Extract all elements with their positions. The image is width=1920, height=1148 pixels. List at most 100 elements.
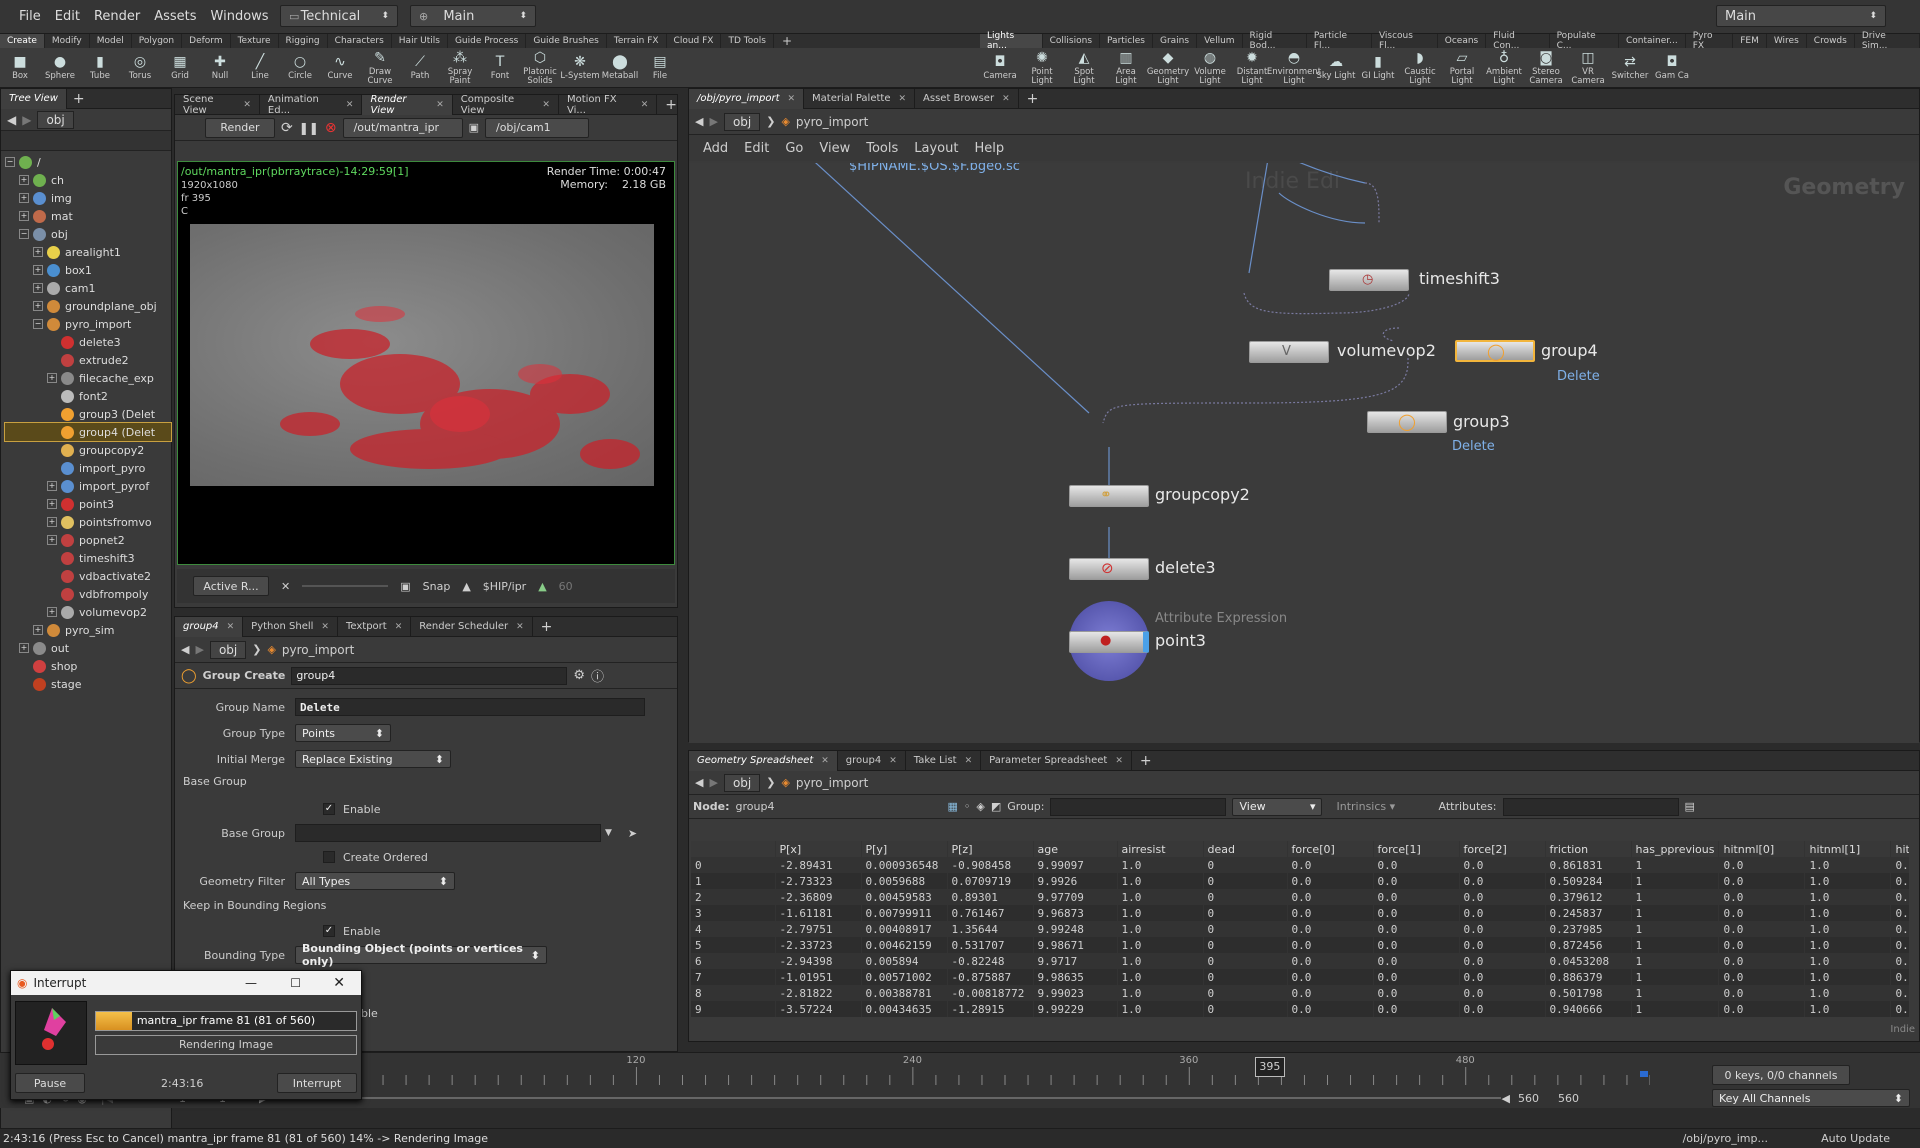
add-tab-icon[interactable]: + (541, 619, 553, 635)
tree-item-import_pyrof[interactable]: + import_pyrof (5, 477, 171, 495)
tool-gam-ca[interactable]: ◘ Gam Ca (1652, 48, 1692, 88)
tree-root[interactable]: − / (5, 153, 171, 171)
net-menu-add[interactable]: Add (703, 141, 728, 156)
shelf-tab[interactable]: Rigid Bod... (1243, 31, 1307, 51)
range-slider[interactable] (267, 1097, 1502, 1099)
menu-assets[interactable]: Assets (147, 9, 203, 24)
key-all-channels-menu[interactable]: Key All Channels ⬍ (1712, 1089, 1910, 1107)
tree-item-cam1[interactable]: + cam1 (5, 279, 171, 297)
tab-python-shell[interactable]: Python Shell ✕ (243, 616, 338, 637)
column-header[interactable]: age (1033, 841, 1118, 857)
shelf-tab[interactable]: Viscous Fl... (1372, 31, 1438, 51)
shelf-tab[interactable]: Particle Fl... (1307, 31, 1372, 51)
render-view[interactable]: /out/mantra_ipr(pbrraytrace)-14:29:59[1]… (177, 161, 675, 565)
tab-motion-fx-vi-[interactable]: Motion FX Vi... ✕ (559, 94, 658, 116)
tool-grid[interactable]: ▦ Grid (160, 48, 200, 88)
tab-geometry-spreadsheet[interactable]: Geometry Spreadsheet ✕ (689, 750, 838, 771)
desktop-select[interactable]: ▭ Technical ⬍ (280, 5, 398, 27)
shelf-tab[interactable]: Oceans (1438, 34, 1487, 48)
close-tab-icon[interactable]: ✕ (641, 100, 649, 110)
path-segment-obj[interactable]: obj (209, 640, 247, 659)
tree-item-ch[interactable]: + ch (5, 171, 171, 189)
auto-update-label[interactable]: Auto Update (1821, 1132, 1890, 1145)
tree-item-arealight1[interactable]: + arealight1 (5, 243, 171, 261)
initial-merge-menu[interactable]: Replace Existing ⬍ (295, 750, 451, 768)
tool-platonic-solids[interactable]: ⬡ Platonic Solids (520, 48, 560, 88)
shelf-tab[interactable]: Modify (45, 34, 90, 48)
tree-item-point3[interactable]: + point3 (5, 495, 171, 513)
tool-torus[interactable]: ◎ Torus (120, 48, 160, 88)
node-groupcopy2[interactable]: ⚭ (1069, 485, 1149, 507)
snapshot-icon[interactable]: ▣ (400, 580, 410, 593)
back-icon[interactable]: ◀ (695, 776, 703, 789)
menu-windows[interactable]: Windows (204, 9, 276, 24)
forward-icon[interactable]: ▶ (22, 113, 31, 127)
close-tab-icon[interactable]: ✕ (321, 622, 329, 632)
close-icon[interactable]: ✕ (333, 975, 345, 991)
table-row[interactable]: 7 -1.01951 0.00571002 -0.875887 9.98635 1.0 0 0… (691, 969, 1909, 985)
table-row[interactable]: 9 -3.57224 0.00434635 -1.28915 9.99229 1.0 0 0.… (691, 1001, 1909, 1017)
select-arrow-icon[interactable]: ➤ (628, 827, 637, 840)
tab-render-scheduler[interactable]: Render Scheduler ✕ (411, 616, 533, 637)
net-menu-help[interactable]: Help (974, 141, 1004, 156)
active-region-select[interactable]: Active R... (193, 576, 269, 596)
tree-toggle-icon[interactable]: + (33, 283, 43, 293)
column-header[interactable]: dead (1203, 841, 1288, 857)
tree-toggle-icon[interactable]: + (47, 517, 57, 527)
tab-parameter-spreadsheet[interactable]: Parameter Spreadsheet ✕ (981, 750, 1132, 771)
primitives-mode-icon[interactable]: ◈ (976, 800, 984, 813)
range-end-handle-icon[interactable]: ◀ (1501, 1092, 1509, 1105)
tool-portal-light[interactable]: ▱ Portal Light (1442, 48, 1482, 88)
tool-l-system[interactable]: ❋ L-System (560, 48, 600, 88)
tool-stereo-camera[interactable]: ◙ Stereo Camera (1526, 48, 1566, 88)
net-menu-view[interactable]: View (819, 141, 850, 156)
group-type-menu[interactable]: Points ⬍ (295, 724, 391, 742)
shelf-tab[interactable]: Crowds (1807, 34, 1855, 48)
tree-item-group4[interactable]: +group4 (Delet (4, 422, 172, 442)
shelf-tab[interactable]: FEM (1733, 34, 1767, 48)
shelf-tab[interactable]: Polygon (132, 34, 183, 48)
tab-take-list[interactable]: Take List ✕ (906, 750, 982, 771)
tree-item-timeshift3[interactable]: +timeshift3 (5, 549, 171, 567)
column-header[interactable] (691, 841, 776, 857)
node-name-field[interactable]: group4 (291, 666, 568, 685)
tab-render-view[interactable]: Render View ✕ (362, 94, 453, 116)
network-canvas[interactable]: Indie Edi Geometry $HIPNAME.$OS.$F.bgeo.… (689, 163, 1919, 743)
tool-environment-light[interactable]: ◓ Environment Light (1267, 48, 1321, 88)
table-row[interactable]: 8 -2.81822 0.00388781 -0.00818772 9.99023 1.0… (691, 985, 1909, 1001)
folder-icon[interactable]: ▲ (462, 580, 470, 593)
add-tab-icon[interactable]: + (1140, 753, 1152, 769)
tree-toggle-icon[interactable]: + (19, 643, 29, 653)
tree-item-import_pyro[interactable]: +import_pyro (5, 459, 171, 477)
column-header[interactable]: airresist (1117, 841, 1204, 857)
shelf-tab[interactable]: Terrain FX (607, 34, 667, 48)
net-menu-tools[interactable]: Tools (866, 141, 898, 156)
base-group-field[interactable] (295, 824, 601, 842)
tree-toggle-icon[interactable]: − (19, 229, 29, 239)
shelf-tab[interactable]: Vellum (1197, 34, 1243, 48)
table-row[interactable]: 3 -1.61181 0.00799911 0.761467 9.96873 1.0 0 0.… (691, 905, 1909, 921)
tool-geometry-light[interactable]: ◆ Geometry Light (1147, 48, 1189, 88)
attributes-filter-field[interactable] (1502, 797, 1679, 816)
tree-item-pyro_import[interactable]: − pyro_import (5, 315, 171, 333)
tree-toggle-icon[interactable]: + (19, 193, 29, 203)
close-tab-icon[interactable]: ✕ (436, 100, 444, 110)
shelf-tab[interactable]: Grains (1153, 34, 1198, 48)
add-shelf-icon[interactable]: + (782, 34, 792, 48)
bounding-enable-checkbox[interactable]: ✓ (323, 925, 335, 937)
tool-camera[interactable]: ◘ Camera (980, 48, 1020, 88)
node-point3[interactable]: ● (1069, 631, 1149, 653)
tool-draw-curve[interactable]: ✎ Draw Curve (360, 48, 400, 88)
table-row[interactable]: 4 -2.79751 0.00408917 1.35644 9.99248 1.0 0 0.0… (691, 921, 1909, 937)
path-segment-node[interactable]: pyro_import (796, 776, 868, 790)
column-header[interactable]: hitnml[0] (1718, 841, 1806, 857)
pause-button[interactable]: Pause (15, 1073, 85, 1093)
back-icon[interactable]: ◀ (7, 113, 16, 127)
tree-item-filecache_exp[interactable]: + filecache_exp (5, 369, 171, 387)
tab-textport[interactable]: Textport ✕ (338, 616, 412, 637)
tool-point-light[interactable]: ✺ Point Light (1022, 48, 1062, 88)
shelf-tab[interactable]: Texture (231, 34, 279, 48)
tree-item-groupcopy2[interactable]: +groupcopy2 (5, 441, 171, 459)
vertices-mode-icon[interactable]: ◦ (964, 800, 971, 813)
close-tab-icon[interactable]: ✕ (395, 622, 403, 632)
